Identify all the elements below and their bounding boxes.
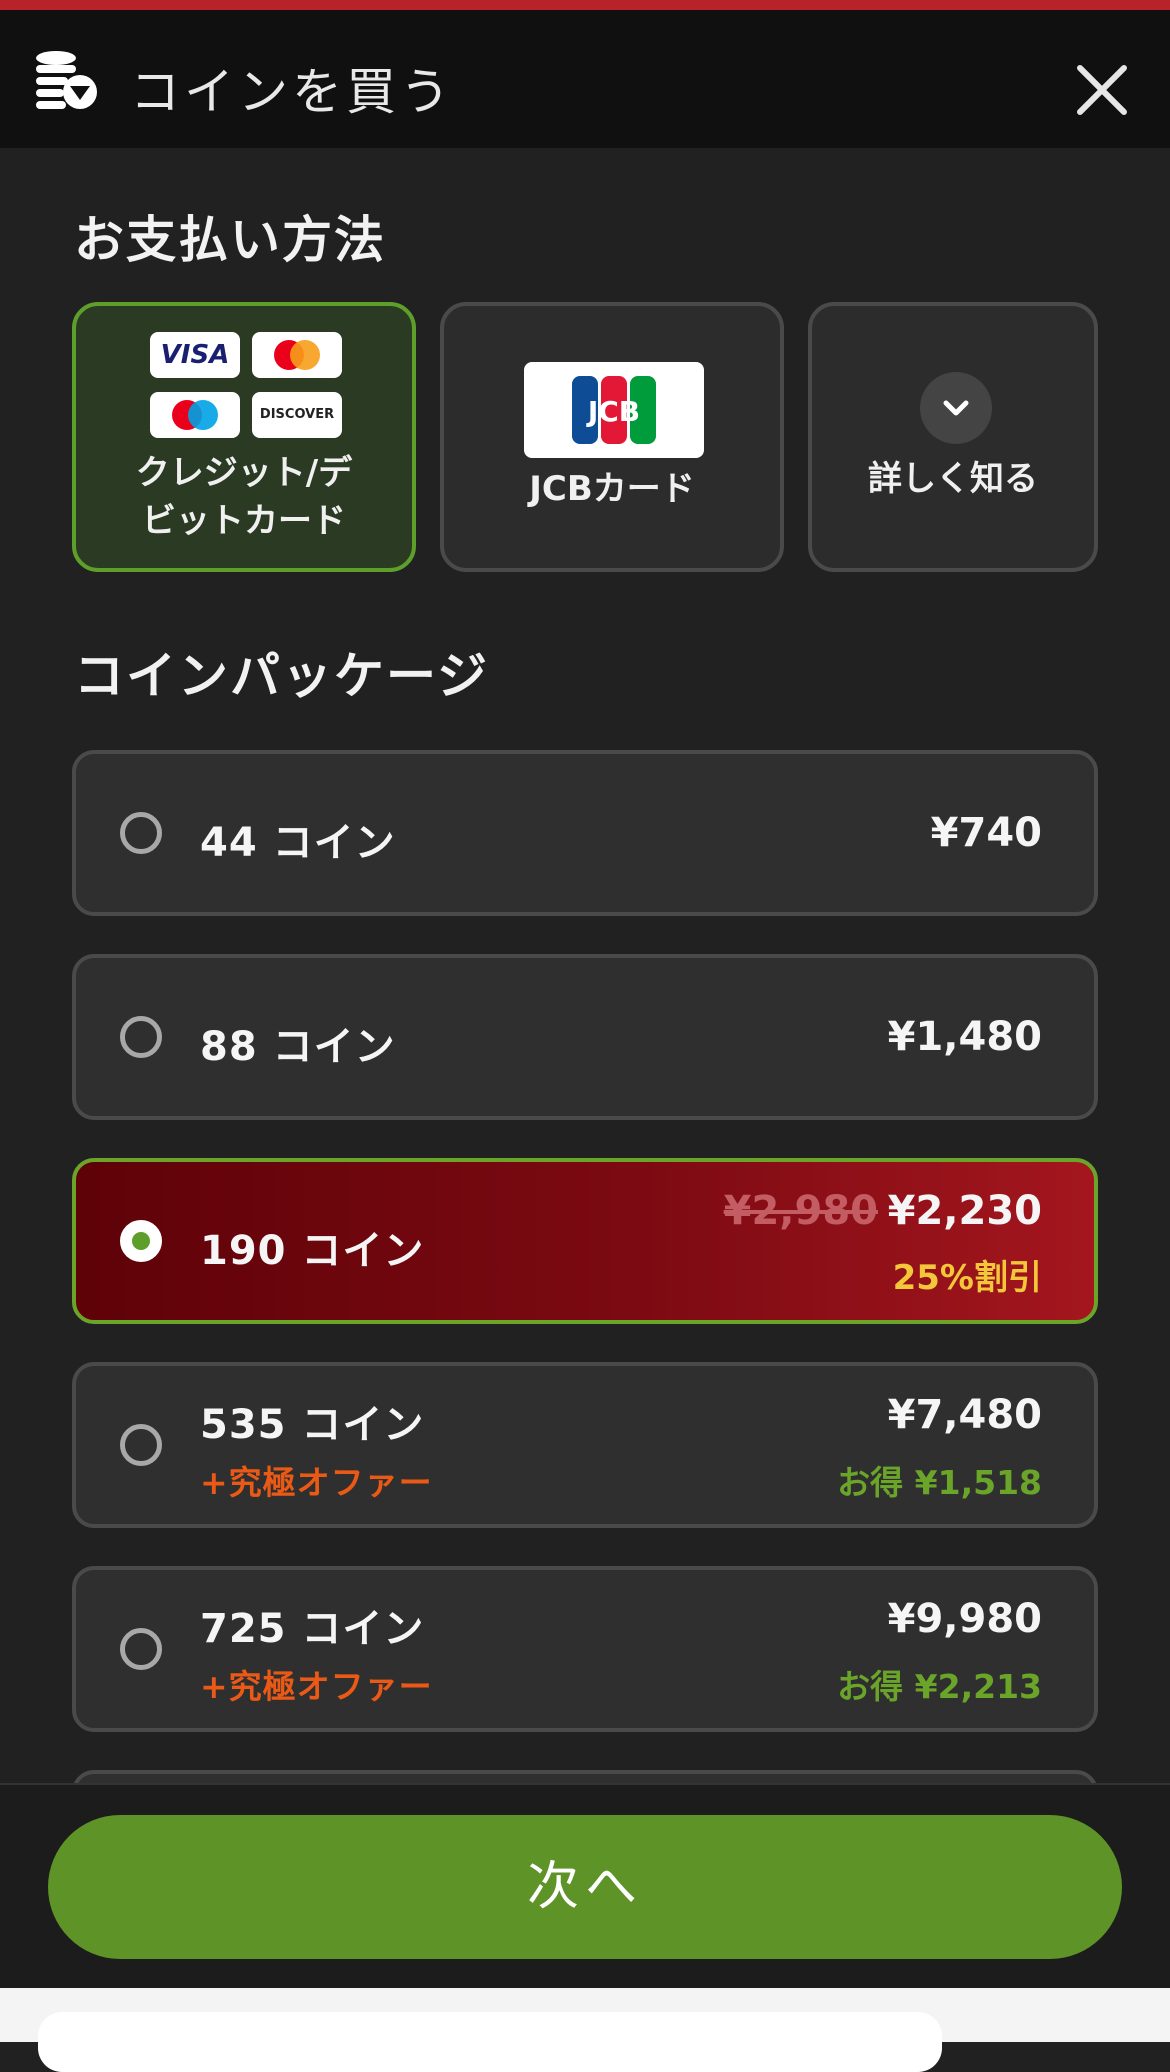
jcb-logo-text: JCB bbox=[586, 395, 640, 428]
payment-option-jcb[interactable]: JCB JCBカード bbox=[440, 302, 784, 572]
credit-debit-label-line2: ビットカード bbox=[142, 501, 346, 541]
coin-package-190[interactable]: 190 コイン ¥2,980 ¥2,230 25%割引 bbox=[72, 1158, 1098, 1324]
maestro-icon bbox=[172, 400, 218, 430]
bottom-card bbox=[38, 2012, 942, 2072]
package-price: ¥9,980 bbox=[887, 1596, 1042, 1642]
header-bar: コインを買う bbox=[0, 10, 1170, 148]
next-button[interactable]: 次へ bbox=[48, 1815, 1122, 1959]
close-icon[interactable] bbox=[1072, 60, 1132, 120]
package-radio[interactable] bbox=[120, 1628, 162, 1670]
discover-logo: DISCOVER bbox=[252, 392, 342, 438]
learn-more-label: 詳しく知る bbox=[868, 459, 1038, 499]
coin-package-44[interactable]: 44 コイン ¥740 bbox=[72, 750, 1098, 916]
package-price: ¥2,230 bbox=[887, 1188, 1042, 1234]
coin-package-725[interactable]: 725 コイン +究極オファー ¥9,980 お得 ¥2,213 bbox=[72, 1566, 1098, 1732]
package-coins: 44 コイン bbox=[200, 820, 396, 866]
coin-package-88[interactable]: 88 コイン ¥1,480 bbox=[72, 954, 1098, 1120]
credit-debit-label-line1: クレジット/デ bbox=[135, 453, 353, 493]
package-coins: 725 コイン bbox=[200, 1606, 425, 1652]
package-saving: お得 ¥2,213 bbox=[837, 1667, 1042, 1706]
top-accent-strip bbox=[0, 0, 1170, 10]
package-discount-badge: 25%割引 bbox=[892, 1258, 1042, 1298]
maestro-logo bbox=[150, 392, 240, 438]
package-radio[interactable] bbox=[120, 1424, 162, 1466]
coin-package-heading: コインパッケージ bbox=[74, 647, 489, 705]
package-price: ¥7,480 bbox=[887, 1392, 1042, 1438]
payment-method-heading: お支払い方法 bbox=[74, 211, 386, 269]
package-radio[interactable] bbox=[120, 812, 162, 854]
jcb-logo: JCB bbox=[524, 362, 704, 458]
payment-option-learn-more[interactable]: 詳しく知る bbox=[808, 302, 1098, 572]
package-original-price: ¥2,980 bbox=[723, 1188, 878, 1234]
package-offer: +究極オファー bbox=[200, 1463, 433, 1502]
mastercard-logo bbox=[252, 332, 342, 378]
mastercard-icon bbox=[274, 340, 320, 370]
package-coins: 88 コイン bbox=[200, 1024, 396, 1070]
package-radio[interactable] bbox=[120, 1016, 162, 1058]
coin-package-535[interactable]: 535 コイン +究極オファー ¥7,480 お得 ¥1,518 bbox=[72, 1362, 1098, 1528]
payment-option-credit-debit[interactable]: VISA DISCOVER クレジット/デ ビットカード bbox=[72, 302, 416, 572]
jcb-label: JCBカード bbox=[529, 469, 695, 509]
chevron-down-icon bbox=[920, 372, 992, 444]
package-price: ¥740 bbox=[930, 810, 1042, 856]
visa-logo: VISA bbox=[150, 332, 240, 378]
package-offer: +究極オファー bbox=[200, 1667, 433, 1706]
coin-stack-icon bbox=[36, 51, 97, 109]
package-coins: 535 コイン bbox=[200, 1402, 425, 1448]
jcb-icon: JCB bbox=[572, 376, 656, 444]
package-coins: 190 コイン bbox=[200, 1228, 425, 1274]
page-title: コインを買う bbox=[130, 63, 454, 121]
package-saving: お得 ¥1,518 bbox=[837, 1463, 1042, 1502]
package-radio-selected[interactable] bbox=[120, 1220, 162, 1262]
package-price: ¥1,480 bbox=[887, 1014, 1042, 1060]
